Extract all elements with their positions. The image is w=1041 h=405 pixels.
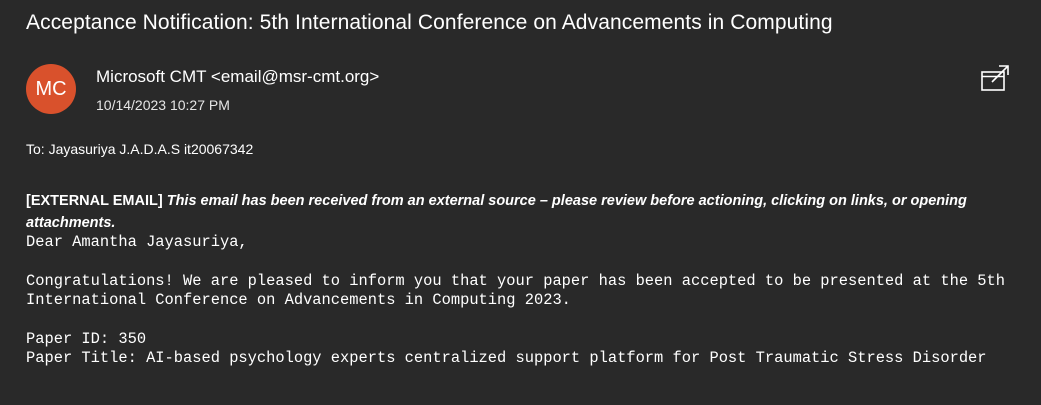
email-paragraph: Congratulations! We are pleased to infor…: [26, 272, 1015, 309]
email-greeting: Dear Amantha Jayasuriya,: [26, 233, 248, 251]
recipient-line: To: Jayasuriya J.A.D.A.S it20067342: [26, 141, 254, 157]
open-in-new-window-icon: [981, 65, 1009, 91]
external-email-warning: [EXTERNAL EMAIL] This email has been rec…: [26, 190, 1016, 234]
sender-avatar[interactable]: MC: [26, 64, 76, 114]
avatar-initials: MC: [35, 77, 67, 100]
email-subject: Acceptance Notification: 5th Internation…: [26, 11, 833, 34]
open-in-new-window-button[interactable]: [980, 64, 1012, 94]
sender-name[interactable]: Microsoft CMT <email@msr-cmt.org>: [96, 67, 379, 87]
external-email-tag: [EXTERNAL EMAIL]: [26, 193, 163, 209]
external-email-text: This email has been received from an ext…: [26, 193, 967, 231]
email-datetime: 10/14/2023 10:27 PM: [96, 97, 230, 113]
paper-title: Paper Title: AI-based psychology experts…: [26, 349, 987, 367]
paper-id: Paper ID: 350: [26, 330, 147, 348]
